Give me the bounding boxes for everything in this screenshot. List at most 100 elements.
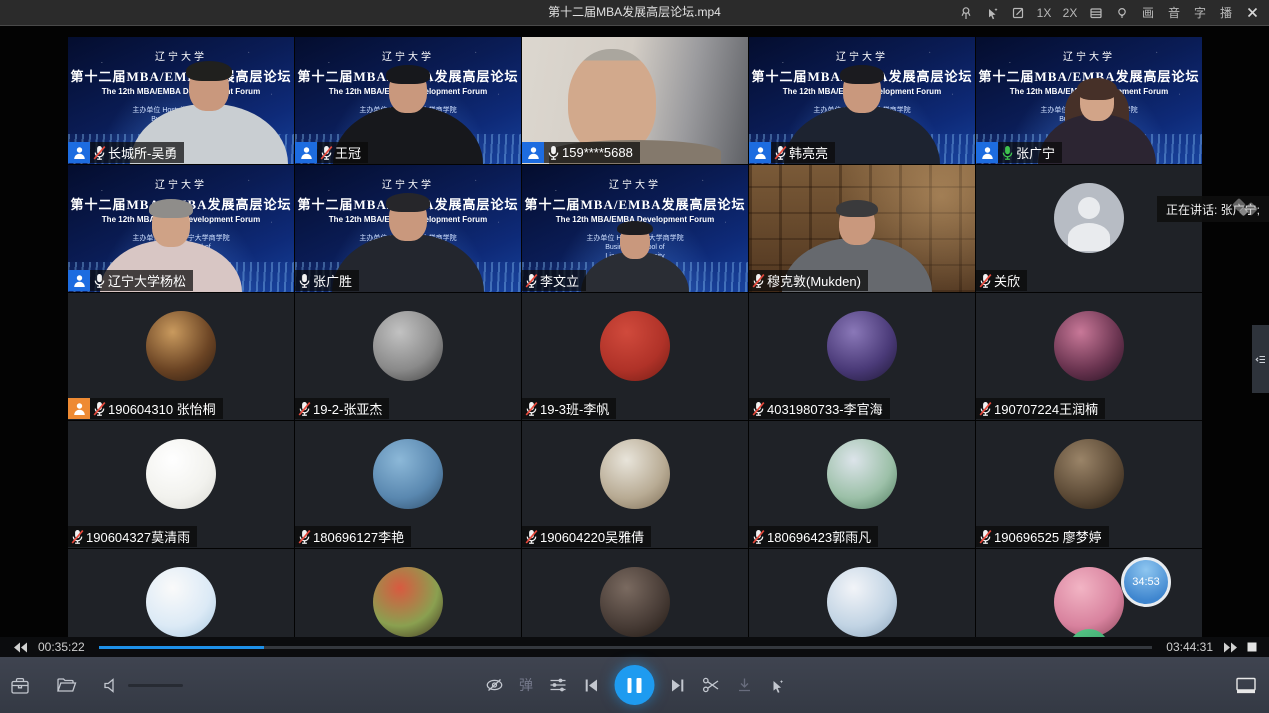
equalizer-icon[interactable]	[548, 676, 567, 694]
name-badge: 190604310 张怡桐	[68, 398, 223, 419]
danmaku-button[interactable]: 弹	[519, 675, 533, 695]
participant-tile[interactable]: 34:53	[976, 549, 1202, 637]
participant-name: 王冠	[335, 143, 361, 162]
avatar	[146, 439, 216, 509]
participant-tile[interactable]: 190604220吴雅倩	[522, 421, 748, 548]
mic-muted-icon	[71, 529, 84, 545]
person-icon	[749, 142, 771, 163]
pointer-icon[interactable]	[768, 677, 785, 694]
participant-tile[interactable]: 19-3班-李帆	[522, 293, 748, 420]
fast-forward-icon[interactable]	[1223, 642, 1239, 653]
participant-tile[interactable]: 辽宁大学第十二届MBA/EMBA发展高层论坛The 12th MBA/EMBA …	[295, 37, 521, 164]
current-time: 00:35:22	[38, 640, 85, 654]
name-badge: 180696423郭雨凡	[749, 526, 878, 547]
titlebar: 第十二届MBA发展高层论坛.mp4 1X 2X 画 音 字 播	[0, 0, 1269, 26]
seek-bar[interactable]	[99, 646, 1153, 649]
scissors-icon[interactable]	[701, 676, 720, 694]
mic-on-icon	[298, 273, 311, 289]
watermark-logo-icon	[1225, 198, 1267, 224]
playlist-icon[interactable]	[1083, 0, 1109, 25]
person-icon	[976, 142, 998, 163]
participant-tile[interactable]: 190696525 廖梦婷	[976, 421, 1202, 548]
speed-1x-button[interactable]: 1X	[1031, 0, 1057, 25]
participant-tile[interactable]	[522, 549, 748, 637]
person-icon	[68, 142, 90, 163]
participant-tile[interactable]: 180696423郭雨凡	[749, 421, 975, 548]
name-badge: 张广胜	[295, 270, 359, 291]
name-badge: 长城所-吴勇	[68, 142, 184, 163]
broadcast-button[interactable]: 播	[1213, 0, 1239, 25]
video-track-button[interactable]: 画	[1135, 0, 1161, 25]
avatar	[373, 439, 443, 509]
participant-tile[interactable]	[68, 549, 294, 637]
mic-muted-icon	[93, 145, 106, 161]
speaker-icon[interactable]	[103, 677, 120, 694]
participant-name: 19-2-张亚杰	[313, 399, 382, 418]
participant-tile[interactable]: 辽宁大学第十二届MBA/EMBA发展高层论坛The 12th MBA/EMBA …	[749, 37, 975, 164]
mic-muted-icon	[298, 529, 311, 545]
window-title: 第十二届MBA发展高层论坛.mp4	[548, 0, 721, 25]
sidebar-handle[interactable]	[1252, 325, 1269, 393]
participant-name: 180696423郭雨凡	[767, 527, 871, 546]
participant-tile[interactable]	[749, 549, 975, 637]
participant-tile[interactable]: 180696127李艳	[295, 421, 521, 548]
toolbox-icon[interactable]	[10, 676, 30, 695]
participant-tile[interactable]: 穆克敦(Mukden)	[749, 165, 975, 292]
mic-muted-icon	[752, 401, 765, 417]
name-badge: 4031980733-李官海	[749, 398, 890, 419]
rewind-icon[interactable]	[12, 642, 28, 653]
participant-name: 190707224王润楠	[994, 399, 1098, 418]
participant-tile[interactable]: 190604310 张怡桐	[68, 293, 294, 420]
participant-tile[interactable]: 辽宁大学第十二届MBA/EMBA发展高层论坛The 12th MBA/EMBA …	[976, 37, 1202, 164]
screenshot-icon[interactable]	[1005, 0, 1031, 25]
avatar	[373, 311, 443, 381]
participant-video-person	[581, 224, 689, 292]
participant-name: 180696127李艳	[313, 527, 404, 546]
participant-name: 19-3班-李帆	[540, 399, 609, 418]
speed-2x-button[interactable]: 2X	[1057, 0, 1083, 25]
subtitle-track-button[interactable]: 字	[1187, 0, 1213, 25]
slide-university: 辽宁大学	[749, 48, 975, 63]
pin-icon[interactable]	[953, 0, 979, 25]
next-icon[interactable]	[669, 677, 686, 694]
lamp-icon[interactable]	[1109, 0, 1135, 25]
participant-tile[interactable]: 190604327莫清雨	[68, 421, 294, 548]
participant-tile[interactable]: 159****5688	[522, 37, 748, 164]
participant-tile[interactable]: 辽宁大学第十二届MBA/EMBA发展高层论坛The 12th MBA/EMBA …	[68, 37, 294, 164]
participant-tile[interactable]: 辽宁大学第十二届MBA/EMBA发展高层论坛The 12th MBA/EMBA …	[295, 165, 521, 292]
avatar	[1054, 311, 1124, 381]
mic-speaking-icon	[1001, 145, 1014, 161]
name-badge: 王冠	[295, 142, 368, 163]
slide-university: 辽宁大学	[68, 176, 294, 191]
titlebar-actions: 1X 2X 画 音 字 播	[953, 0, 1265, 25]
video-area: 辽宁大学第十二届MBA/EMBA发展高层论坛The 12th MBA/EMBA …	[0, 26, 1269, 637]
download-icon[interactable]	[735, 676, 753, 694]
participant-tile[interactable]: 19-2-张亚杰	[295, 293, 521, 420]
monitor-icon[interactable]	[1235, 676, 1257, 694]
open-folder-icon[interactable]	[56, 676, 77, 694]
mic-muted-icon	[752, 529, 765, 545]
pause-button[interactable]	[614, 665, 654, 705]
pointer-icon[interactable]	[979, 0, 1005, 25]
stop-icon[interactable]	[1247, 642, 1257, 652]
participant-name: 4031980733-李官海	[767, 399, 883, 418]
volume-slider[interactable]	[128, 684, 183, 687]
audio-track-button[interactable]: 音	[1161, 0, 1187, 25]
control-bar-left	[10, 657, 183, 713]
participant-tile[interactable]: 辽宁大学第十二届MBA/EMBA发展高层论坛The 12th MBA/EMBA …	[68, 165, 294, 292]
mic-muted-icon	[774, 145, 787, 161]
participant-tile[interactable]: 4031980733-李官海	[749, 293, 975, 420]
seek-fill	[99, 646, 264, 649]
participant-name: 159****5688	[562, 145, 633, 160]
previous-icon[interactable]	[582, 677, 599, 694]
participant-tile[interactable]: 关欣	[976, 165, 1202, 292]
participant-tile[interactable]: 190707224王润楠	[976, 293, 1202, 420]
participant-tile[interactable]	[295, 549, 521, 637]
participant-tile[interactable]: 辽宁大学第十二届MBA/EMBA发展高层论坛The 12th MBA/EMBA …	[522, 165, 748, 292]
eye-icon[interactable]	[484, 676, 504, 694]
participant-name: 辽宁大学杨松	[108, 271, 186, 290]
mic-muted-icon	[525, 401, 538, 417]
close-icon[interactable]	[1239, 0, 1265, 25]
slide-university: 辽宁大学	[68, 48, 294, 63]
timer-badge: 34:53	[1121, 557, 1171, 607]
